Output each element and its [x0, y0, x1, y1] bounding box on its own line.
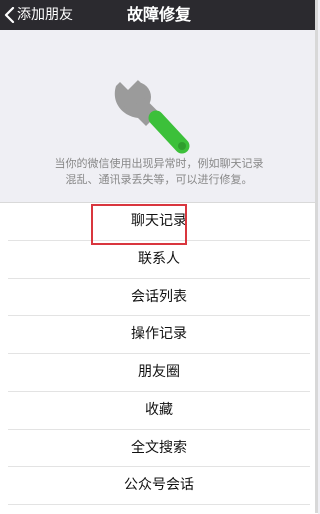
- list-item-full-text-search[interactable]: 全文搜索: [0, 430, 318, 468]
- repair-description: 当你的微信使用出现异常时，例如聊天记录 混乱、通讯录丢失等，可以进行修复。: [0, 156, 318, 188]
- repair-hero: 当你的微信使用出现异常时，例如聊天记录 混乱、通讯录丢失等，可以进行修复。: [0, 30, 318, 202]
- repair-description-line-1: 当你的微信使用出现异常时，例如聊天记录: [54, 157, 264, 170]
- list-item-chat-history[interactable]: 聊天记录: [0, 203, 318, 241]
- list-item-favorites[interactable]: 收藏: [0, 392, 318, 430]
- chevron-left-icon: [4, 7, 15, 23]
- back-button-label: 添加朋友: [17, 7, 73, 23]
- scroll-edge: [315, 0, 318, 513]
- list-item-contacts[interactable]: 联系人: [0, 241, 318, 279]
- repair-description-line-2: 混乱、通讯录丢失等，可以进行修复。: [65, 173, 253, 186]
- navigation-bar: 添加朋友 故障修复: [0, 0, 318, 30]
- list-item-moments[interactable]: 朋友圈: [0, 354, 318, 392]
- list-item-official-account-chats[interactable]: 公众号会话: [0, 467, 318, 505]
- list-item-chat-list[interactable]: 会话列表: [0, 279, 318, 317]
- repair-options-list: 聊天记录 联系人 会话列表 操作记录 朋友圈 收藏 全文搜索 公众号会话: [0, 202, 318, 514]
- wrench-icon: [114, 66, 190, 154]
- back-button[interactable]: 添加朋友: [4, 0, 73, 30]
- list-item-operation-log[interactable]: 操作记录: [0, 316, 318, 354]
